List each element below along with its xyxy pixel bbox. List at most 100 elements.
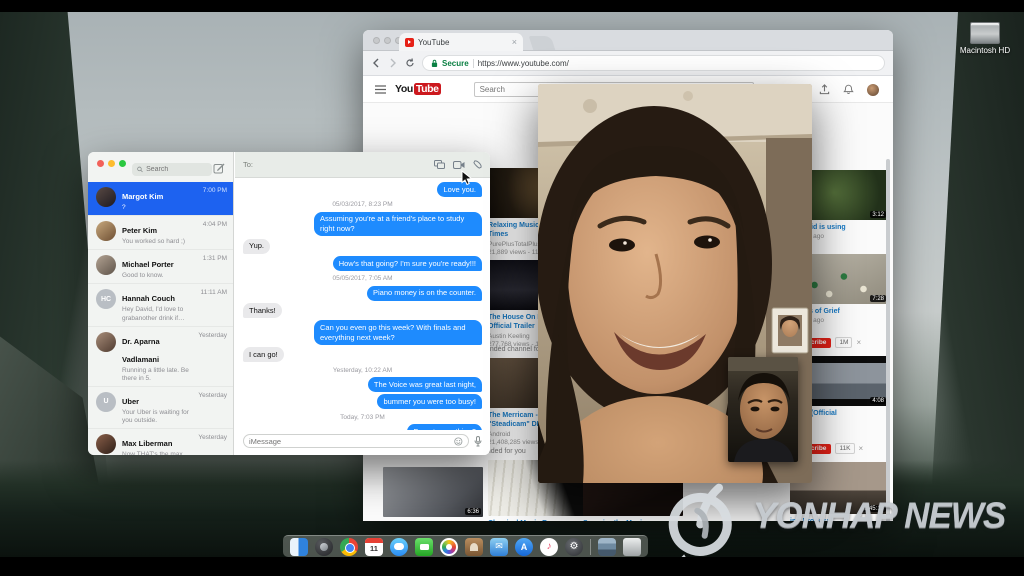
secure-label: Secure bbox=[442, 58, 469, 68]
video-card[interactable]: 6:36 Nug aneesh815 1,711 views - 10 year… bbox=[383, 467, 483, 521]
dock-calendar-icon[interactable]: 11 bbox=[365, 537, 383, 556]
new-tab-button[interactable] bbox=[528, 36, 556, 50]
phone-call-icon[interactable] bbox=[473, 160, 482, 169]
message-time: Yesterday bbox=[198, 331, 227, 339]
reload-icon[interactable] bbox=[405, 58, 415, 68]
contact-name: Hannah Couch bbox=[122, 294, 175, 304]
search-input[interactable] bbox=[146, 166, 207, 173]
wall-photo-frame bbox=[771, 307, 809, 354]
dock: 11 ✉ A ♪ ⚙ bbox=[283, 535, 648, 557]
page-scrollbar[interactable] bbox=[886, 159, 890, 521]
macintosh-hd-icon[interactable]: Macintosh HD bbox=[948, 22, 1022, 55]
close-button[interactable] bbox=[97, 160, 104, 167]
dock-messages-icon[interactable] bbox=[390, 537, 408, 556]
message-bubble-sent: Assuming you're at a friend's place to s… bbox=[314, 211, 482, 237]
message-time: Yesterday bbox=[198, 434, 227, 442]
conversation-list: Margot Kim? 7:00 PM Peter Kim You worked … bbox=[88, 182, 233, 455]
contact-name: Peter Kim bbox=[122, 226, 158, 236]
contact-name: Dr. Aparna Vadlamani bbox=[122, 336, 160, 364]
dock-itunes-icon[interactable]: ♪ bbox=[540, 537, 558, 556]
video-call-icon[interactable] bbox=[453, 160, 465, 169]
video-thumbnail[interactable]: 6:36 bbox=[383, 467, 483, 517]
dock-mail-icon[interactable]: ✉ bbox=[490, 537, 508, 556]
dock-divider bbox=[590, 538, 591, 555]
video-title[interactable]: ing Proposal bbox=[790, 517, 888, 521]
hamburger-menu-icon[interactable] bbox=[375, 84, 386, 94]
browser-close-button[interactable] bbox=[373, 37, 380, 44]
conversation-row[interactable]: U Uber Your Uber is waiting for you outsi… bbox=[88, 385, 233, 428]
message-preview: Running a little late. Be there in 5. bbox=[122, 366, 189, 382]
bell-icon[interactable] bbox=[843, 84, 854, 95]
dock-photos-icon[interactable] bbox=[440, 537, 458, 556]
dismiss-icon[interactable]: × bbox=[856, 338, 861, 347]
local-video bbox=[728, 357, 798, 462]
dock-finder-icon[interactable] bbox=[290, 537, 308, 556]
message-input-bar bbox=[235, 434, 490, 448]
message-bubble-received: Yup. bbox=[243, 238, 271, 254]
video-duration: 3:12 bbox=[870, 211, 886, 218]
dock-appstore-icon[interactable]: A bbox=[515, 537, 533, 556]
browser-minimize-button[interactable] bbox=[384, 37, 391, 44]
user-avatar[interactable] bbox=[867, 83, 879, 96]
dock-contacts-icon[interactable] bbox=[465, 537, 483, 556]
video-title[interactable]: Nug bbox=[383, 520, 483, 521]
hard-drive-icon bbox=[970, 22, 1000, 44]
screen: Macintosh HD YouTube × Secure https://ww… bbox=[0, 0, 1024, 576]
imessage-field[interactable] bbox=[243, 434, 469, 448]
dismiss-icon[interactable]: × bbox=[859, 444, 864, 453]
conversation-row[interactable]: Dr. Aparna Vadlamani Running a little lat… bbox=[88, 325, 233, 386]
dock-downloads-icon[interactable] bbox=[598, 537, 616, 556]
browser-tab-bar: YouTube × bbox=[363, 30, 893, 51]
message-thread: Love you. 05/03/2017, 8:23 PM Assuming y… bbox=[235, 178, 490, 430]
emoji-icon[interactable] bbox=[454, 436, 463, 446]
video-duration: 6:36 bbox=[465, 508, 481, 515]
imessage-input[interactable] bbox=[249, 436, 455, 446]
message-time: 1:31 PM bbox=[202, 255, 227, 263]
to-label: To: bbox=[243, 160, 254, 169]
youtube-logo[interactable]: You Tube bbox=[395, 83, 441, 95]
screen-share-icon[interactable] bbox=[434, 160, 445, 169]
dock-system-preferences-icon[interactable]: ⚙ bbox=[565, 537, 583, 556]
video-duration: 1:45:13 bbox=[861, 505, 886, 512]
video-title[interactable]: Classical Music Re bbox=[488, 519, 588, 521]
minimize-button[interactable] bbox=[108, 160, 115, 167]
zoom-button[interactable] bbox=[119, 160, 126, 167]
back-icon[interactable] bbox=[371, 58, 381, 68]
message-bubble-received: Thanks! bbox=[243, 303, 282, 318]
message-preview: ? bbox=[122, 204, 126, 211]
tab-youtube[interactable]: YouTube × bbox=[399, 33, 523, 51]
message-bubble-sent: How's that going? I'm sure you're ready!… bbox=[332, 256, 482, 271]
youtube-logo-you: You bbox=[395, 83, 413, 95]
compose-icon[interactable] bbox=[213, 162, 225, 174]
avatar bbox=[96, 255, 116, 276]
conversation-row[interactable]: Margot Kim? 7:00 PM bbox=[88, 182, 233, 216]
avatar bbox=[96, 221, 116, 242]
avatar bbox=[96, 331, 116, 352]
conversation-row[interactable]: Michael Porter Good to know. 1:31 PM bbox=[88, 249, 233, 283]
conversation-row[interactable]: HC Hannah Couch Hey David, I'd love to gr… bbox=[88, 283, 233, 325]
local-video-pip[interactable] bbox=[728, 357, 798, 462]
dock-launchpad-icon[interactable] bbox=[315, 537, 333, 556]
conversation-row[interactable]: Max Liberman Now THAT's the max. Yesterda… bbox=[88, 428, 233, 455]
forward-icon[interactable] bbox=[388, 58, 398, 68]
conversation-row[interactable]: Peter Kim You worked so hard ;) 4:04 PM bbox=[88, 215, 233, 249]
message-bubble-sent: The Voice was great last night, bbox=[367, 377, 482, 392]
upload-icon[interactable] bbox=[819, 84, 830, 95]
video-duration: 4:08 bbox=[870, 397, 886, 404]
message-time: 7:00 PM bbox=[202, 187, 227, 194]
video-title[interactable]: Superior the Movie bbox=[583, 519, 683, 521]
tab-close-icon[interactable]: × bbox=[512, 37, 517, 47]
dock-chrome-icon[interactable] bbox=[340, 537, 358, 556]
hd-icon-label: Macintosh HD bbox=[959, 46, 1011, 55]
letterbox-top bbox=[0, 0, 1024, 12]
dock-facetime-icon[interactable] bbox=[415, 537, 433, 556]
message-bubble-sent: bummer you were too busy! bbox=[377, 394, 482, 409]
message-preview: You worked so hard ;) bbox=[122, 238, 185, 246]
letterbox-bottom bbox=[0, 557, 1024, 576]
page-url: https://www.youtube.com/ bbox=[477, 58, 569, 68]
calendar-day: 11 bbox=[370, 544, 378, 553]
microphone-icon[interactable] bbox=[474, 435, 482, 447]
address-bar[interactable]: Secure https://www.youtube.com/ bbox=[422, 55, 885, 71]
avatar bbox=[96, 187, 116, 207]
dock-trash-icon[interactable] bbox=[623, 537, 641, 556]
